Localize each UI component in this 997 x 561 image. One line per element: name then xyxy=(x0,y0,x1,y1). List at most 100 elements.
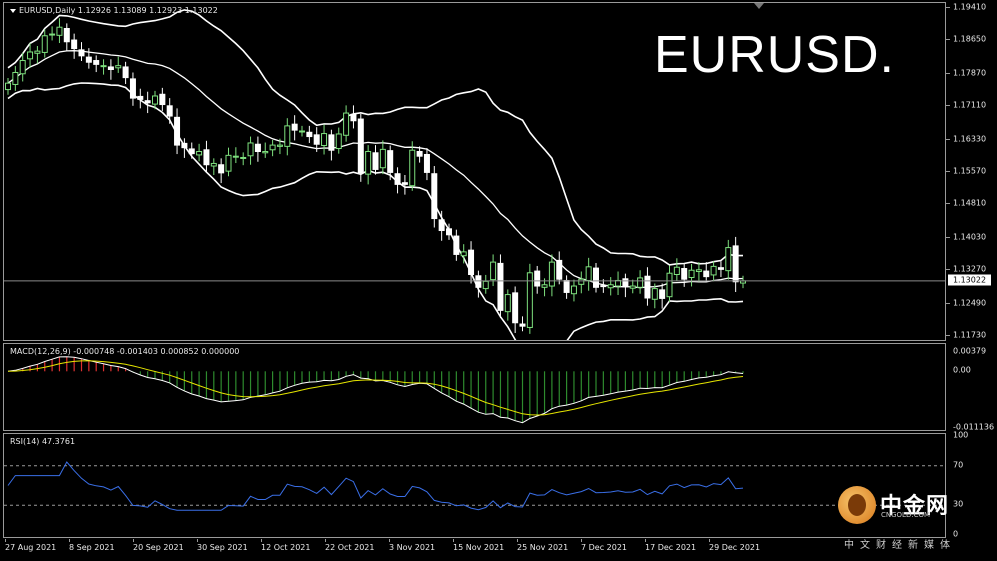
time-tick xyxy=(133,539,134,542)
price-tick xyxy=(946,7,950,8)
candle-body xyxy=(423,153,430,173)
price-tick-label: 1.14030 xyxy=(953,232,987,242)
time-tick-label: 27 Aug 2021 xyxy=(5,543,57,552)
time-tick xyxy=(709,539,710,542)
candle-body xyxy=(460,251,467,257)
candle-body xyxy=(387,150,394,173)
candle-body xyxy=(438,219,445,232)
price-tick xyxy=(946,236,950,238)
candle-body xyxy=(100,65,107,68)
time-tick xyxy=(261,539,262,542)
price-tick xyxy=(946,203,950,205)
candle-body xyxy=(556,259,563,280)
candle-body xyxy=(343,112,350,136)
candle-body xyxy=(607,284,614,289)
macd-canvas[interactable] xyxy=(4,344,945,430)
time-tick-label: 17 Dec 2021 xyxy=(645,543,697,552)
candle-body xyxy=(181,142,188,149)
time-tick xyxy=(325,539,326,542)
candle-body xyxy=(41,35,48,53)
rsi-tick-label: 100 xyxy=(953,430,969,440)
price-tick-label: 1.17110 xyxy=(953,100,987,110)
candle-body xyxy=(401,182,408,185)
candle-body xyxy=(203,149,210,166)
time-tick xyxy=(197,539,198,542)
candle-body xyxy=(563,279,570,293)
time-tick-label: 22 Oct 2021 xyxy=(325,543,375,552)
time-tick-label: 30 Sep 2021 xyxy=(197,543,248,552)
candle-body xyxy=(416,151,423,157)
candle-body xyxy=(475,275,482,288)
candle-body xyxy=(122,66,129,79)
candle-body xyxy=(71,39,78,50)
candle-body xyxy=(681,268,688,280)
price-axis[interactable]: 1.19410 1.18650 1.17870 1.17110 1.16330 1.155… xyxy=(946,0,997,540)
candle-body xyxy=(357,118,364,174)
candle-body xyxy=(431,173,438,220)
candle-body xyxy=(19,60,26,75)
macd-panel[interactable]: MACD(12,26,9) -0.000748 -0.001403 0.0008… xyxy=(3,343,946,431)
candle-body xyxy=(688,269,695,278)
candle-body xyxy=(548,261,555,287)
time-tick xyxy=(389,539,390,542)
candle-body xyxy=(107,66,114,70)
macd-tick-label: 0.00 xyxy=(953,365,971,375)
candle-body xyxy=(306,131,313,138)
price-tick-label: 1.11730 xyxy=(953,330,987,340)
time-axis[interactable]: 27 Aug 2021 8 Sep 2021 20 Sep 2021 30 Sep 2… xyxy=(3,539,946,561)
candle-body xyxy=(453,235,460,255)
candle-body xyxy=(666,272,673,298)
candle-body xyxy=(34,50,41,54)
time-tick xyxy=(69,539,70,542)
price-tick xyxy=(946,72,950,74)
candle-body xyxy=(578,278,585,285)
candle-body xyxy=(350,113,357,122)
price-tick xyxy=(946,302,950,304)
time-tick xyxy=(581,539,582,542)
price-chart-panel[interactable]: EURUSD,Daily 1.12926 1.13089 1.12923 1.1… xyxy=(3,2,946,341)
candle-body xyxy=(152,95,158,105)
price-tick xyxy=(946,335,950,336)
candle-body xyxy=(159,93,166,106)
price-tick-label: 1.13270 xyxy=(953,264,987,274)
candle-body xyxy=(732,245,739,283)
candle-body xyxy=(115,65,122,69)
rsi-info: RSI(14) 47.3761 xyxy=(10,437,76,446)
candle-body xyxy=(541,284,548,288)
rsi-panel[interactable]: RSI(14) 47.3761 xyxy=(3,433,946,538)
chart-info-text: EURUSD,Daily 1.12926 1.13089 1.12923 1.1… xyxy=(19,6,218,15)
bollinger-lower-line xyxy=(7,82,744,340)
logo-url: CNGOLD.COM xyxy=(881,511,931,519)
time-tick-label: 25 Nov 2021 xyxy=(517,543,569,552)
candle-body xyxy=(534,270,541,287)
candle-body xyxy=(446,228,452,236)
candle-body xyxy=(166,105,173,117)
price-tick xyxy=(946,105,950,107)
candle-body xyxy=(593,267,599,288)
candle-body xyxy=(129,78,136,99)
candle-body xyxy=(725,247,732,272)
macd-main-line xyxy=(7,356,744,424)
shift-marker-icon[interactable] xyxy=(754,3,764,9)
cngold-logo: 中金网 CNGOLD.COM 中文财经新媒体 xyxy=(838,486,996,551)
logo-subtitle: 中文财经新媒体 xyxy=(844,540,956,551)
candle-body xyxy=(468,249,475,275)
candle-body xyxy=(210,162,217,167)
current-price-tag: 1.13022 xyxy=(948,274,991,286)
candle-body xyxy=(695,269,702,273)
price-tick-label: 1.18650 xyxy=(953,34,987,44)
candle-body xyxy=(247,142,254,157)
time-tick xyxy=(645,539,646,542)
candle-body xyxy=(276,144,283,147)
candle-body xyxy=(409,149,416,187)
price-tick xyxy=(946,269,950,271)
triangle-down-icon[interactable] xyxy=(10,8,16,13)
time-tick xyxy=(453,539,454,542)
candle-body xyxy=(225,154,232,172)
rsi-canvas[interactable] xyxy=(4,434,945,537)
candle-body xyxy=(262,151,269,154)
candle-body xyxy=(365,151,372,175)
candle-body xyxy=(232,155,239,158)
time-tick-label: 29 Dec 2021 xyxy=(709,543,761,552)
candle-body xyxy=(254,143,261,152)
